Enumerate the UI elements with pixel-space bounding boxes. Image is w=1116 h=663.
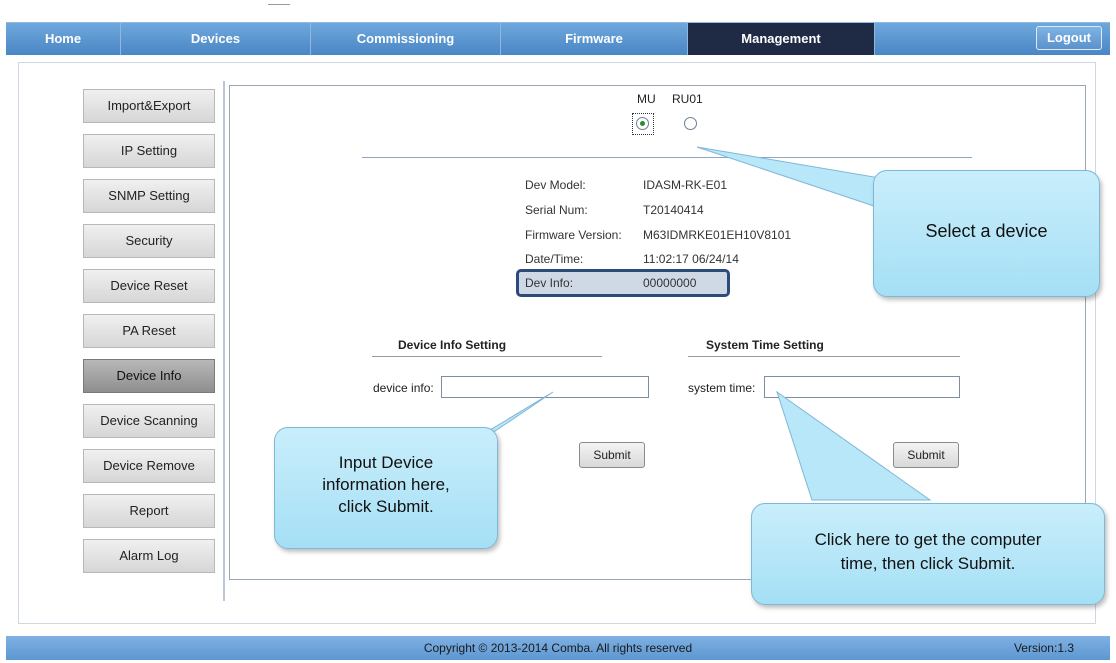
select-device-pointer [696,146,881,209]
click-here-callout-line-2: time, then click Submit. [840,554,1016,573]
select-device-callout: Select a device [873,170,1100,297]
version-text: Version:1.3 [1013,641,1074,655]
click-here-callout-line-1: Click here to get the computer [814,530,1042,549]
input-device-callout-line-1: Input Device [338,453,434,472]
input-device-callout: Input Device information here, click Sub… [274,427,498,549]
click-here-callout: Click here to get the computer time, the… [751,503,1105,605]
click-here-callout-text: Click here to get the computer time, the… [752,528,1104,576]
copyright-text: Copyright © 2013-2014 Comba. All rights … [423,641,693,655]
input-device-callout-line-3: click Submit. [338,497,434,516]
click-here-pointer [776,390,932,501]
select-device-callout-text: Select a device [925,221,1048,241]
input-device-callout-text: Input Device information here, click Sub… [275,452,497,518]
input-device-callout-line-2: information here, [322,475,450,494]
footer: Copyright © 2013-2014 Comba. All rights … [6,636,1110,660]
